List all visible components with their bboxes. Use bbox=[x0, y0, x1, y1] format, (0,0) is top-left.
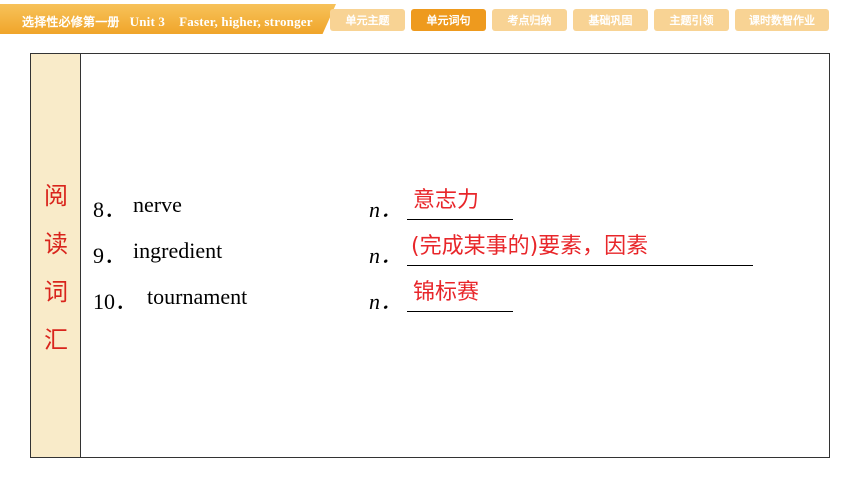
vocab-word: tournament bbox=[147, 284, 248, 309]
tab-unit-words[interactable]: 单元词句 bbox=[411, 9, 486, 31]
sidebar-char: 读 bbox=[44, 230, 68, 258]
course-title: 选择性必修第一册 Unit 3 Faster, higher, stronger bbox=[22, 13, 313, 30]
answer-blank[interactable]: 意志力 bbox=[407, 188, 513, 220]
top-bar: 选择性必修第一册 Unit 3 Faster, higher, stronger 单… bbox=[0, 0, 860, 36]
tab-basic-practice[interactable]: 基础巩固 bbox=[573, 9, 648, 31]
part-of-speech: n． bbox=[369, 243, 403, 268]
sidebar-char: 词 bbox=[44, 278, 68, 306]
section-sidebar: 阅 读 词 汇 bbox=[31, 54, 81, 457]
tab-unit-theme[interactable]: 单元主题 bbox=[330, 9, 405, 31]
tab-key-points[interactable]: 考点归纳 bbox=[492, 9, 567, 31]
answer-blank[interactable]: (完成某事的)要素，因素 bbox=[407, 234, 753, 266]
course-title-cn: 选择性必修第一册 bbox=[22, 15, 120, 29]
part-of-speech: n． bbox=[369, 197, 403, 222]
content-frame: 阅 读 词 汇 8． nerve n． 意志力 9． ingredient n．… bbox=[30, 53, 830, 458]
tab-homework[interactable]: 课时数智作业 bbox=[735, 9, 829, 31]
answer-blank[interactable]: 锦标赛 bbox=[407, 280, 513, 312]
tab-theme-guide[interactable]: 主题引领 bbox=[654, 9, 729, 31]
vocab-number: 10． bbox=[93, 289, 138, 314]
answer-text: 意志力 bbox=[413, 188, 480, 213]
vocab-number: 9． bbox=[93, 243, 127, 268]
vocab-number: 8． bbox=[93, 197, 127, 222]
sidebar-char: 阅 bbox=[44, 182, 68, 210]
sidebar-char: 汇 bbox=[44, 326, 68, 354]
answer-text: (完成某事的)要素，因素 bbox=[411, 234, 649, 259]
title-banner: 选择性必修第一册 Unit 3 Faster, higher, stronger bbox=[0, 4, 336, 34]
vocab-word: nerve bbox=[133, 192, 182, 217]
unit-title: Faster, higher, stronger bbox=[179, 14, 313, 29]
vocab-word: ingredient bbox=[133, 238, 223, 263]
unit-label: Unit 3 bbox=[129, 14, 166, 29]
part-of-speech: n． bbox=[369, 289, 403, 314]
answer-text: 锦标赛 bbox=[413, 280, 480, 305]
